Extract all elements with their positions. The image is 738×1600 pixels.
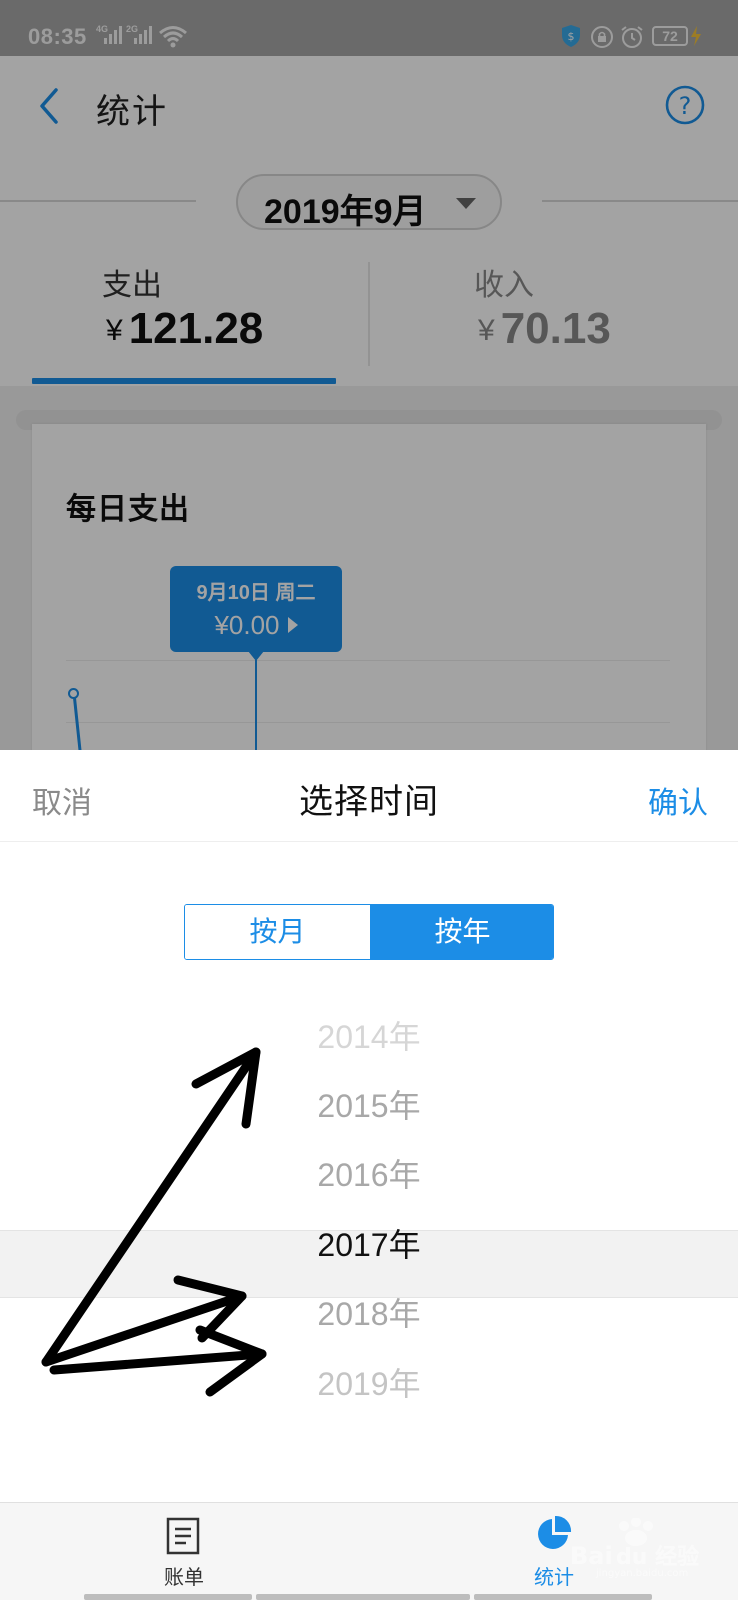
mode-by-month-button[interactable]: 按月	[185, 905, 370, 959]
year-option[interactable]: 2014年	[0, 1012, 738, 1058]
mode-by-year-button[interactable]: 按年	[370, 905, 553, 959]
svg-text:jingyan.baidu.com: jingyan.baidu.com	[595, 1568, 688, 1578]
home-indicator	[474, 1594, 652, 1600]
home-indicator	[84, 1594, 252, 1600]
nav-item-bills-label: 账单	[164, 1567, 204, 1589]
svg-text:du 经验: du 经验	[616, 1544, 699, 1570]
year-option[interactable]: 2015年	[0, 1081, 738, 1127]
year-option-selected[interactable]: 2017年	[0, 1220, 738, 1266]
year-option[interactable]: 2018年	[0, 1289, 738, 1335]
time-picker-sheet: 选择时间 取消 确认 按月 按年 2014年 2015年 2016年 2017年 201…	[0, 750, 738, 1502]
sheet-title: 选择时间	[299, 783, 439, 821]
cancel-button[interactable]: 取消	[32, 778, 92, 822]
svg-text:Bai: Bai	[570, 1542, 613, 1570]
bill-list-icon	[166, 1517, 200, 1555]
nav-item-bills[interactable]: 账单	[124, 1503, 244, 1600]
modal-overlay[interactable]	[0, 0, 738, 750]
watermark-logo: Bai du 经验 jingyan.baidu.com	[570, 1518, 699, 1578]
year-option[interactable]: 2016年	[0, 1150, 738, 1196]
mode-toggle: 按月 按年	[184, 904, 554, 960]
sheet-divider	[0, 841, 738, 842]
confirm-button[interactable]: 确认	[648, 778, 708, 822]
home-indicator	[256, 1594, 470, 1600]
year-option[interactable]: 2019年	[0, 1359, 738, 1405]
